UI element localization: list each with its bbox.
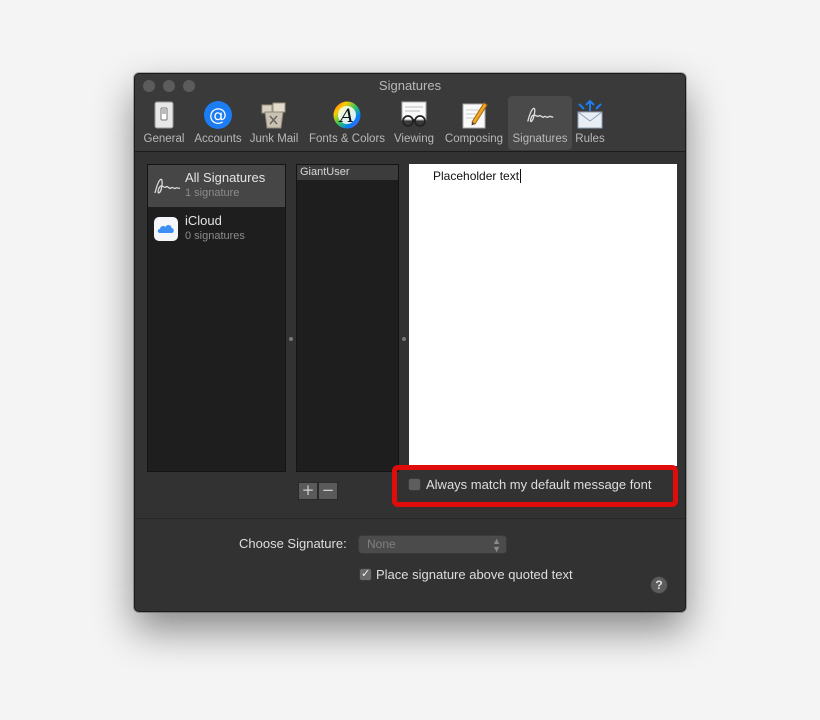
remove-signature-button[interactable]: − xyxy=(318,482,338,500)
account-row-all-signatures[interactable]: All Signatures 1 signature xyxy=(148,165,285,207)
signature-editor-text[interactable]: Placeholder text xyxy=(433,169,522,183)
rules-envelope-icon xyxy=(574,99,606,131)
tab-rules-label: Rules xyxy=(575,133,605,145)
tab-accounts-label: Accounts xyxy=(194,133,242,145)
choose-signature-label: Choose Signature: xyxy=(239,536,347,551)
signature-icon xyxy=(524,99,556,131)
tab-composing-label: Composing xyxy=(444,133,504,145)
tab-fonts-colors-label: Fonts & Colors xyxy=(308,133,386,145)
signatures-preferences-window: Signatures General @ Accounts Junk Mail … xyxy=(134,73,686,612)
text-caret xyxy=(520,169,522,183)
choose-signature-value: None xyxy=(367,537,396,551)
tab-junk-mail-label: Junk Mail xyxy=(249,133,299,145)
match-font-checkbox[interactable] xyxy=(408,478,421,491)
choose-signature-select[interactable]: None ▲ ▼ xyxy=(358,535,507,554)
tab-signatures-label: Signatures xyxy=(512,133,568,145)
titlebar: Signatures General @ Accounts Junk Mail … xyxy=(135,74,685,152)
place-above-checkbox[interactable]: ✓ xyxy=(359,568,372,581)
signature-editor[interactable]: Placeholder text xyxy=(409,164,677,466)
svg-text:A: A xyxy=(338,105,354,127)
eyeglasses-icon xyxy=(398,99,430,131)
preferences-toolbar: General @ Accounts Junk Mail A Fonts & C… xyxy=(135,96,685,150)
account-row-icloud[interactable]: iCloud 0 signatures xyxy=(148,208,285,250)
window-title: Signatures xyxy=(378,78,442,93)
account-name: iCloud xyxy=(185,213,222,228)
tab-composing[interactable]: Composing xyxy=(441,96,507,150)
account-signature-count: 0 signatures xyxy=(185,230,245,242)
composing-pencil-icon xyxy=(458,99,490,131)
checkmark-icon: ✓ xyxy=(361,568,371,580)
signature-row-giantuser[interactable]: GiantUser xyxy=(297,165,398,180)
tab-general-label: General xyxy=(143,133,185,145)
help-button[interactable]: ? xyxy=(650,576,668,594)
junk-mail-icon xyxy=(258,99,290,131)
accounts-list: All Signatures 1 signature iCloud 0 sign… xyxy=(147,164,286,472)
place-above-label[interactable]: Place signature above quoted text xyxy=(376,567,573,582)
pane-split-handle[interactable] xyxy=(289,337,293,341)
pane-split-handle[interactable] xyxy=(402,337,406,341)
match-font-label[interactable]: Always match my default message font xyxy=(426,477,651,492)
account-name: All Signatures xyxy=(185,170,266,185)
switch-icon xyxy=(148,99,180,131)
tab-rules[interactable]: Rules xyxy=(573,96,607,150)
signature-icon xyxy=(153,173,181,199)
tab-viewing-label: Viewing xyxy=(393,133,435,145)
svg-text:@: @ xyxy=(209,105,227,126)
icloud-icon xyxy=(153,216,179,242)
chevron-up-down-icon: ▲ ▼ xyxy=(492,536,501,554)
at-sign-icon: @ xyxy=(202,99,234,131)
tab-accounts[interactable]: @ Accounts xyxy=(191,96,245,150)
add-signature-button[interactable]: + xyxy=(298,482,318,500)
signatures-list: GiantUser xyxy=(296,164,399,472)
tab-junk-mail[interactable]: Junk Mail xyxy=(248,96,300,150)
tab-general[interactable]: General xyxy=(141,96,187,150)
tab-fonts-colors[interactable]: A Fonts & Colors xyxy=(305,96,389,150)
font-color-wheel-icon: A xyxy=(331,99,363,131)
signature-text: Placeholder text xyxy=(433,169,520,183)
signature-list-buttons: + − xyxy=(298,482,338,500)
tab-viewing[interactable]: Viewing xyxy=(390,96,438,150)
tab-signatures[interactable]: Signatures xyxy=(508,96,572,150)
section-separator xyxy=(135,518,685,519)
account-signature-count: 1 signature xyxy=(185,187,240,199)
